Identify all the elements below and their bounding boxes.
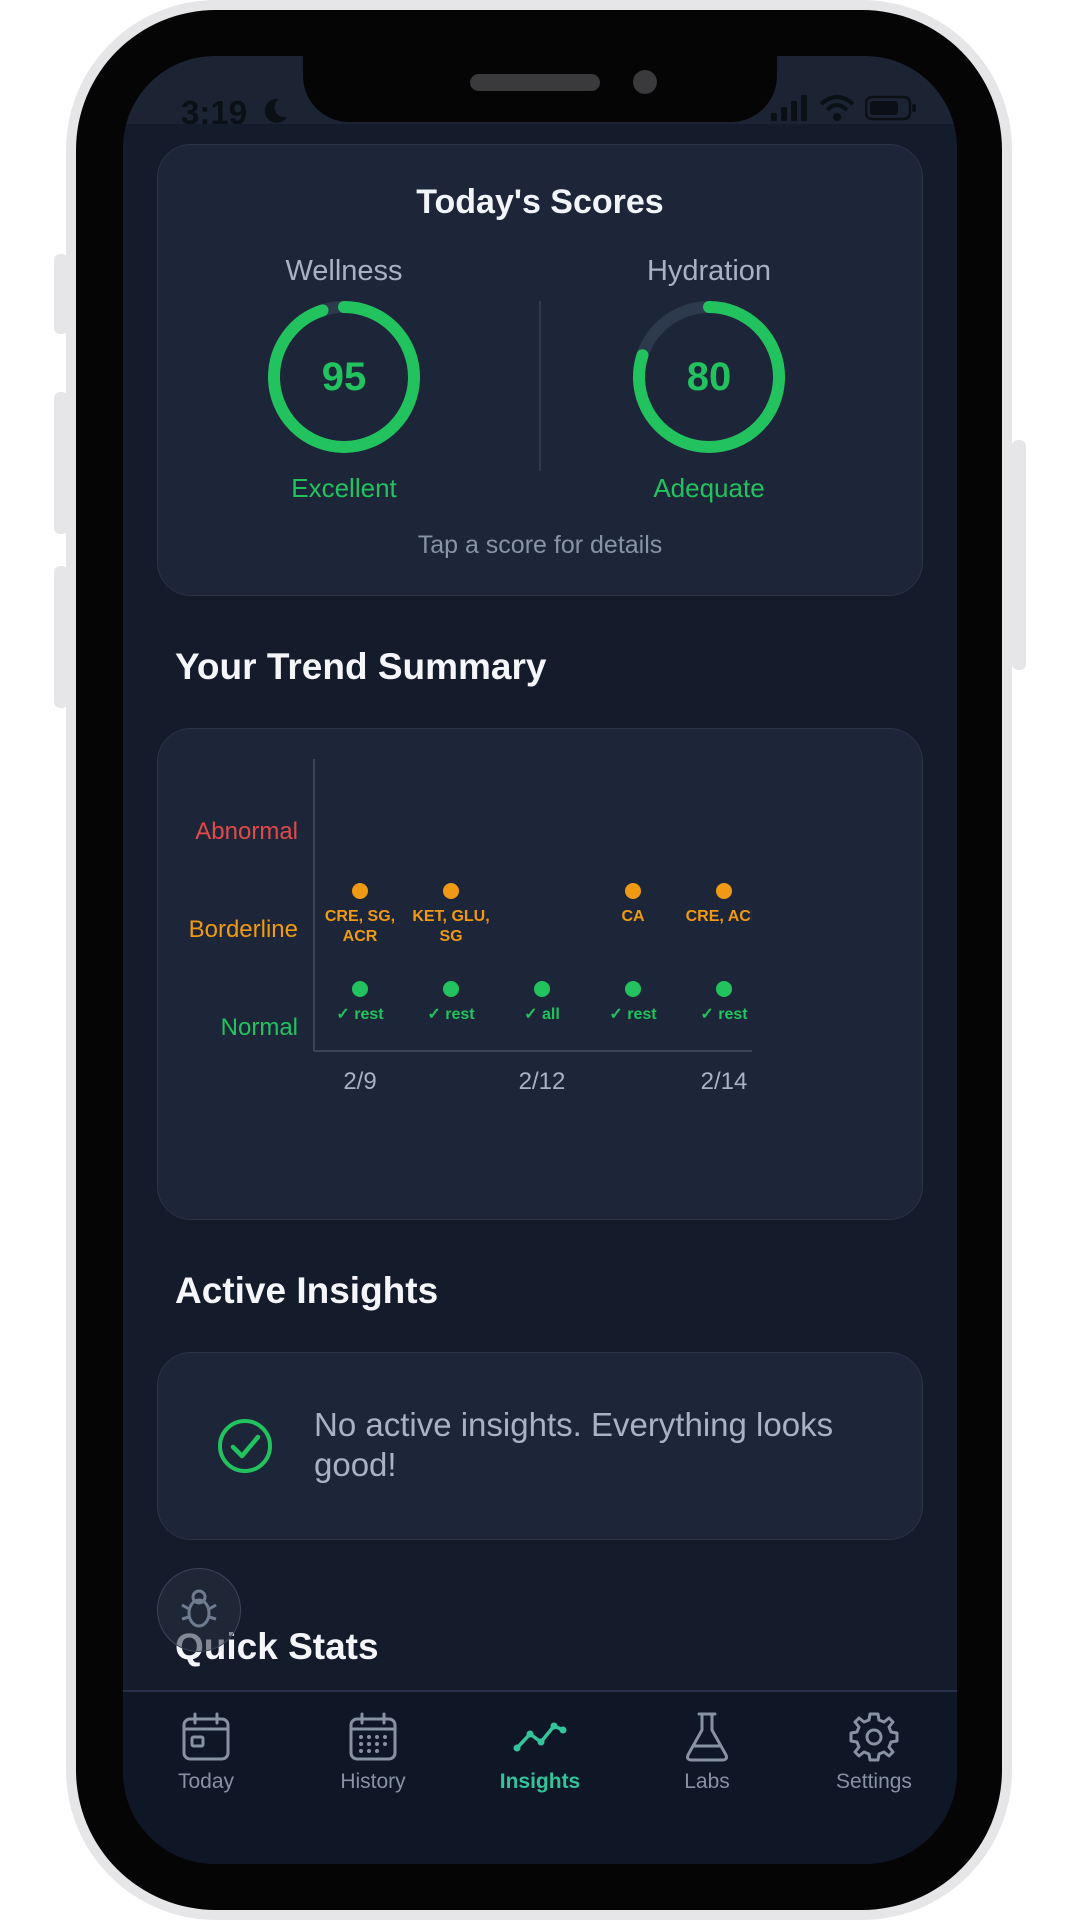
cellular-signal-icon xyxy=(771,95,807,121)
gear-icon xyxy=(849,1712,899,1762)
data-point-label: CA xyxy=(621,908,645,925)
data-point-label: ACR xyxy=(343,928,378,945)
data-point[interactable] xyxy=(716,883,732,899)
tab-settings[interactable]: Settings xyxy=(791,1710,957,1794)
active-insights-title: Active Insights xyxy=(175,1270,439,1311)
speaker xyxy=(470,74,600,91)
data-point-label: SG xyxy=(439,928,462,945)
calendar-grid-icon xyxy=(349,1712,397,1761)
hydration-status: Adequate xyxy=(653,473,765,503)
level-label: Borderline xyxy=(189,916,298,943)
hydration-score[interactable]: Hydration 80 Adequate xyxy=(549,255,869,503)
trend-summary-title: Your Trend Summary xyxy=(175,646,547,687)
power-button xyxy=(1012,440,1026,670)
notch xyxy=(303,56,777,122)
tab-today-label: Today xyxy=(177,1770,235,1793)
data-point[interactable] xyxy=(625,883,641,899)
data-point-label: ✓ rest xyxy=(700,1006,748,1023)
data-point-label: KET, GLU, xyxy=(412,908,489,925)
data-point[interactable] xyxy=(716,981,732,997)
check-circle-icon xyxy=(218,1419,272,1473)
data-point[interactable] xyxy=(352,981,368,997)
flask-icon xyxy=(686,1712,728,1762)
tab-history[interactable]: History xyxy=(290,1710,456,1794)
data-point-label: ✓ rest xyxy=(427,1006,475,1023)
calendar-icon xyxy=(182,1712,230,1761)
data-point-label: CRE, ACR xyxy=(686,908,763,925)
x-tick-label: 2/9 xyxy=(343,1068,376,1095)
hydration-value: 80 xyxy=(686,355,732,399)
data-point[interactable] xyxy=(625,981,641,997)
scores-title: Today's Scores xyxy=(416,183,664,221)
trend-line-icon xyxy=(513,1722,567,1752)
moon-icon xyxy=(264,98,287,123)
status-icons xyxy=(771,94,917,122)
insights-page: Today's Scores Wellness 95 Excellent Hyd… xyxy=(123,56,957,1864)
wellness-value: 95 xyxy=(321,355,367,399)
wifi-icon xyxy=(819,95,855,121)
tab-insights[interactable]: Insights xyxy=(457,1710,623,1794)
trend-chart: Abnormal Borderline Normal 2/9 2/12 2/14 CRE, … xyxy=(189,759,763,1095)
data-point-label: CRE, SG, xyxy=(325,908,395,925)
volume-down-button xyxy=(54,566,68,708)
data-point[interactable] xyxy=(534,981,550,997)
tab-today[interactable]: Today xyxy=(123,1710,289,1794)
wellness-status: Excellent xyxy=(291,473,397,503)
todays-scores-card: Today's Scores Wellness 95 Excellent Hyd… xyxy=(157,144,923,596)
data-point[interactable] xyxy=(352,883,368,899)
status-time: 3:19 xyxy=(181,94,248,131)
level-label: Normal xyxy=(221,1014,298,1041)
scores-divider xyxy=(539,301,541,471)
data-point-label: ✓ rest xyxy=(609,1006,657,1023)
battery-icon xyxy=(865,95,916,121)
tab-history-label: History xyxy=(340,1770,406,1793)
bug-icon xyxy=(181,1589,217,1628)
data-point[interactable] xyxy=(443,981,459,997)
x-tick-label: 2/14 xyxy=(701,1068,748,1095)
tab-labs[interactable]: Labs xyxy=(624,1710,790,1794)
scores-hint: Tap a score for details xyxy=(417,531,663,559)
front-camera xyxy=(633,70,657,94)
side-button xyxy=(54,254,68,334)
app-screen: 3:19 Today's Scores Wellness 95 Excellen… xyxy=(123,56,957,1864)
volume-up-button xyxy=(54,392,68,534)
bug-report-button[interactable] xyxy=(157,1568,241,1652)
wellness-score[interactable]: Wellness 95 Excellent xyxy=(184,255,504,503)
x-tick-label: 2/12 xyxy=(519,1068,566,1095)
tab-settings-label: Settings xyxy=(836,1770,912,1793)
wellness-label: Wellness xyxy=(285,255,403,287)
level-label: Abnormal xyxy=(195,818,298,845)
data-point-label: ✓ all xyxy=(524,1006,560,1023)
tab-insights-label: Insights xyxy=(499,1770,581,1793)
tab-labs-label: Labs xyxy=(684,1770,730,1793)
data-point[interactable] xyxy=(443,883,459,899)
active-insights-card: No active insights. Everything looks goo… xyxy=(157,1352,923,1540)
trend-summary-card: Abnormal Borderline Normal 2/9 2/12 2/14 CRE, … xyxy=(157,728,923,1220)
hydration-label: Hydration xyxy=(646,255,772,287)
data-point-label: ✓ rest xyxy=(336,1006,384,1023)
no-insights-message: No active insights. Everything looks goo… xyxy=(314,1406,834,1483)
bottom-tab-bar: Today History Insights Labs Settings xyxy=(123,1690,957,1864)
